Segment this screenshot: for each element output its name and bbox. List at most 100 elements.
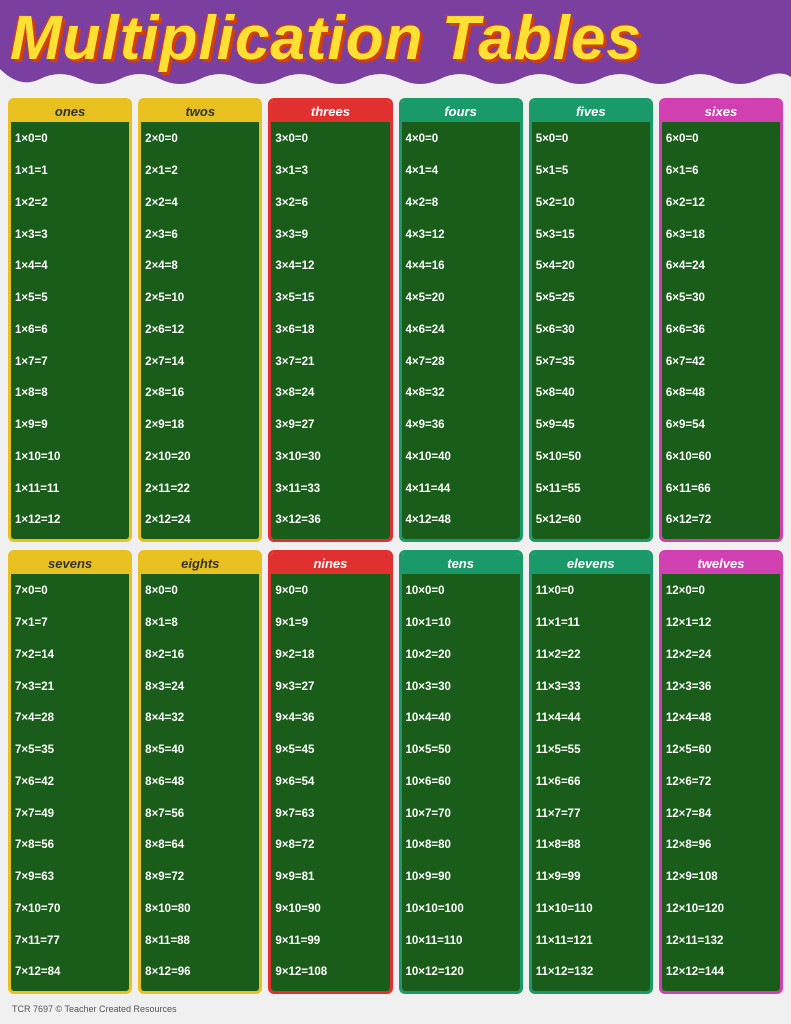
table-row: 2×7=14 — [145, 355, 255, 370]
table-row: 7×11=77 — [15, 934, 125, 949]
table-body-tens: 10×0=010×1=1010×2=2010×3=3010×4=4010×5=5… — [402, 574, 520, 991]
table-row: 3×1=3 — [275, 164, 385, 179]
table-row: 8×4=32 — [145, 711, 255, 726]
table-header-eights: eights — [141, 553, 259, 574]
table-row: 6×10=60 — [666, 450, 776, 465]
table-row: 9×5=45 — [275, 743, 385, 758]
table-row: 5×3=15 — [536, 228, 646, 243]
table-row: 3×2=6 — [275, 196, 385, 211]
table-row: 4×0=0 — [406, 132, 516, 147]
table-row: 9×8=72 — [275, 838, 385, 853]
table-row: 12×4=48 — [666, 711, 776, 726]
table-body-ones: 1×0=01×1=11×2=21×3=31×4=41×5=51×6=61×7=7… — [11, 122, 129, 539]
top-tables-row: ones1×0=01×1=11×2=21×3=31×4=41×5=51×6=61… — [8, 98, 783, 542]
table-row: 8×2=16 — [145, 648, 255, 663]
table-body-threes: 3×0=03×1=33×2=63×3=93×4=123×5=153×6=183×… — [271, 122, 389, 539]
table-body-sixes: 6×0=06×1=66×2=126×3=186×4=246×5=306×6=36… — [662, 122, 780, 539]
table-row: 3×11=33 — [275, 482, 385, 497]
table-row: 11×2=22 — [536, 648, 646, 663]
table-row: 12×7=84 — [666, 807, 776, 822]
table-row: 4×8=32 — [406, 386, 516, 401]
table-row: 11×7=77 — [536, 807, 646, 822]
table-body-fives: 5×0=05×1=55×2=105×3=155×4=205×5=255×6=30… — [532, 122, 650, 539]
table-row: 5×9=45 — [536, 418, 646, 433]
table-body-fours: 4×0=04×1=44×2=84×3=124×4=164×5=204×6=244… — [402, 122, 520, 539]
table-header-nines: nines — [271, 553, 389, 574]
table-row: 5×5=25 — [536, 291, 646, 306]
table-body-sevens: 7×0=07×1=77×2=147×3=217×4=287×5=357×6=42… — [11, 574, 129, 991]
table-row: 6×4=24 — [666, 259, 776, 274]
table-row: 9×10=90 — [275, 902, 385, 917]
table-row: 7×3=21 — [15, 680, 125, 695]
table-row: 10×10=100 — [406, 902, 516, 917]
table-row: 3×9=27 — [275, 418, 385, 433]
table-row: 6×6=36 — [666, 323, 776, 338]
table-card-eights: eights8×0=08×1=88×2=168×3=248×4=328×5=40… — [138, 550, 262, 994]
table-row: 10×5=50 — [406, 743, 516, 758]
table-row: 4×4=16 — [406, 259, 516, 274]
table-row: 4×5=20 — [406, 291, 516, 306]
table-row: 4×12=48 — [406, 513, 516, 528]
table-row: 11×1=11 — [536, 616, 646, 631]
table-row: 11×3=33 — [536, 680, 646, 695]
table-card-fours: fours4×0=04×1=44×2=84×3=124×4=164×5=204×… — [399, 98, 523, 542]
table-row: 10×3=30 — [406, 680, 516, 695]
table-row: 4×6=24 — [406, 323, 516, 338]
table-row: 7×2=14 — [15, 648, 125, 663]
table-row: 9×6=54 — [275, 775, 385, 790]
table-row: 5×7=35 — [536, 355, 646, 370]
table-header-sixes: sixes — [662, 101, 780, 122]
table-row: 8×7=56 — [145, 807, 255, 822]
bottom-tables-row: sevens7×0=07×1=77×2=147×3=217×4=287×5=35… — [8, 550, 783, 994]
table-row: 2×8=16 — [145, 386, 255, 401]
table-row: 6×11=66 — [666, 482, 776, 497]
table-header-fives: fives — [532, 101, 650, 122]
table-row: 8×6=48 — [145, 775, 255, 790]
table-row: 5×6=30 — [536, 323, 646, 338]
table-row: 11×12=132 — [536, 965, 646, 980]
table-row: 7×10=70 — [15, 902, 125, 917]
table-row: 7×4=28 — [15, 711, 125, 726]
page-title: Multiplication Tables — [10, 8, 781, 70]
table-row: 6×12=72 — [666, 513, 776, 528]
table-row: 5×4=20 — [536, 259, 646, 274]
table-row: 9×1=9 — [275, 616, 385, 631]
header: Multiplication Tables — [0, 0, 791, 88]
table-row: 9×0=0 — [275, 584, 385, 599]
table-row: 2×4=8 — [145, 259, 255, 274]
table-header-twos: twos — [141, 101, 259, 122]
table-row: 8×3=24 — [145, 680, 255, 695]
table-row: 1×11=11 — [15, 482, 125, 497]
table-row: 10×7=70 — [406, 807, 516, 822]
table-card-twos: twos2×0=02×1=22×2=42×3=62×4=82×5=102×6=1… — [138, 98, 262, 542]
table-row: 1×5=5 — [15, 291, 125, 306]
table-row: 9×11=99 — [275, 934, 385, 949]
table-row: 11×5=55 — [536, 743, 646, 758]
table-header-elevens: elevens — [532, 553, 650, 574]
page: Multiplication Tables ones1×0=01×1=11×2=… — [0, 0, 791, 1024]
table-row: 5×2=10 — [536, 196, 646, 211]
table-row: 5×0=0 — [536, 132, 646, 147]
table-row: 7×9=63 — [15, 870, 125, 885]
table-row: 4×3=12 — [406, 228, 516, 243]
table-body-eights: 8×0=08×1=88×2=168×3=248×4=328×5=408×6=48… — [141, 574, 259, 991]
table-row: 2×1=2 — [145, 164, 255, 179]
table-row: 9×3=27 — [275, 680, 385, 695]
table-row: 4×11=44 — [406, 482, 516, 497]
table-row: 4×9=36 — [406, 418, 516, 433]
table-row: 8×0=0 — [145, 584, 255, 599]
table-row: 1×1=1 — [15, 164, 125, 179]
table-row: 12×1=12 — [666, 616, 776, 631]
table-header-ones: ones — [11, 101, 129, 122]
table-row: 1×2=2 — [15, 196, 125, 211]
table-row: 12×11=132 — [666, 934, 776, 949]
table-card-twelves: twelves12×0=012×1=1212×2=2412×3=3612×4=4… — [659, 550, 783, 994]
table-row: 8×9=72 — [145, 870, 255, 885]
table-row: 2×2=4 — [145, 196, 255, 211]
table-row: 8×10=80 — [145, 902, 255, 917]
table-row: 11×4=44 — [536, 711, 646, 726]
table-row: 9×9=81 — [275, 870, 385, 885]
table-row: 3×7=21 — [275, 355, 385, 370]
table-row: 1×10=10 — [15, 450, 125, 465]
table-card-sevens: sevens7×0=07×1=77×2=147×3=217×4=287×5=35… — [8, 550, 132, 994]
